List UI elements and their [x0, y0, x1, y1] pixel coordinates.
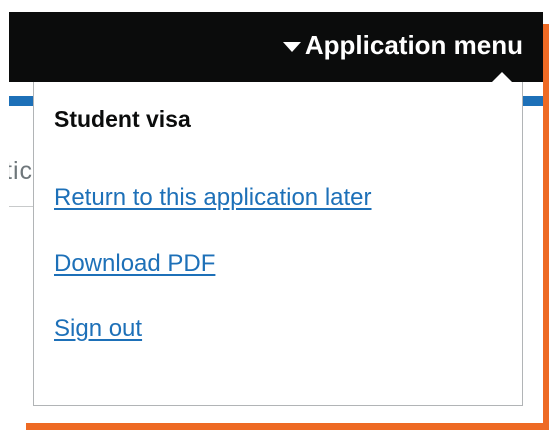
application-menu-label: Application menu: [304, 30, 523, 60]
sign-out-link[interactable]: Sign out: [54, 315, 142, 343]
triangle-down-icon: [282, 41, 301, 52]
screenshot-area: Application menu tic Student visa Return…: [9, 12, 543, 423]
dropdown-caret: [492, 72, 512, 82]
background-partial-text: tic: [9, 157, 33, 185]
application-menu-toggle[interactable]: Application menu: [282, 28, 523, 62]
download-pdf-link[interactable]: Download PDF: [54, 250, 215, 278]
header-bar: Application menu: [9, 12, 543, 82]
return-later-link[interactable]: Return to this application later: [54, 184, 372, 212]
menu-title: Student visa: [54, 106, 191, 132]
application-menu-dropdown: Student visa Return to this application …: [33, 72, 523, 406]
